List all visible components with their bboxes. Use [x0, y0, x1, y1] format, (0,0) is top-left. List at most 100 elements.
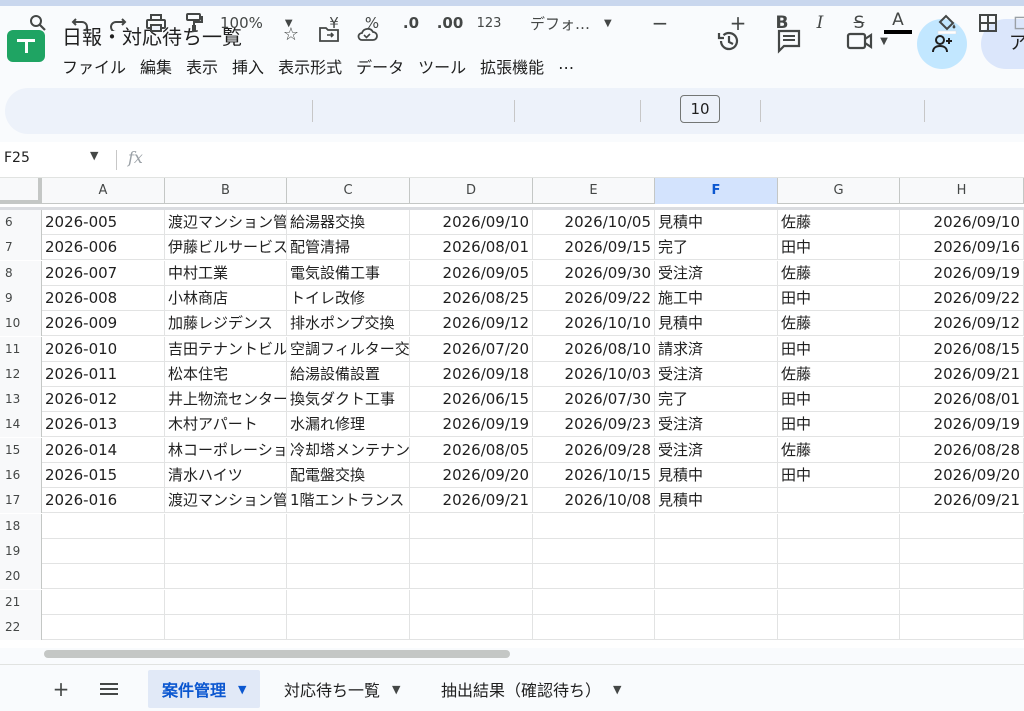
table-cell[interactable]: 田中 — [778, 412, 900, 438]
row-header[interactable]: 11 — [0, 336, 42, 362]
table-cell[interactable]: 2026-012 — [42, 387, 165, 413]
table-cell[interactable] — [165, 614, 287, 640]
table-cell[interactable]: 2026/09/21 — [900, 488, 1024, 514]
table-cell[interactable]: 2026/09/20 — [900, 463, 1024, 488]
menu-extensions[interactable]: 拡張機能 — [480, 54, 550, 77]
table-cell[interactable]: 受注済 — [655, 412, 778, 438]
table-cell[interactable]: 田中 — [778, 463, 900, 488]
table-cell[interactable]: 2026/09/28 — [533, 437, 655, 463]
table-cell[interactable]: 2026-014 — [42, 437, 165, 463]
table-cell[interactable]: 2026/10/15 — [533, 463, 655, 488]
table-cell[interactable]: 佐藤 — [778, 437, 900, 463]
table-cell[interactable]: 渡辺マンション管 — [165, 488, 287, 514]
row-header[interactable]: 9 — [0, 285, 42, 311]
table-cell[interactable]: 2026-010 — [42, 336, 165, 362]
table-cell[interactable] — [410, 513, 533, 539]
table-cell[interactable]: 2026/09/10 — [900, 210, 1024, 235]
sheet-tab-pending-list[interactable]: 対応待ち一覧 ▼ — [270, 670, 414, 708]
table-cell[interactable]: 完了 — [655, 235, 778, 261]
table-cell[interactable]: 渡辺マンション管 — [165, 210, 287, 235]
table-cell[interactable] — [42, 513, 165, 539]
table-cell[interactable]: 見積中 — [655, 488, 778, 514]
table-cell[interactable] — [900, 564, 1024, 590]
table-cell[interactable] — [655, 564, 778, 590]
table-cell[interactable]: 冷却塔メンテナン — [287, 437, 410, 463]
table-cell[interactable]: 2026/09/23 — [533, 412, 655, 438]
table-cell[interactable]: 2026/09/18 — [410, 361, 533, 387]
row-header[interactable]: 15 — [0, 437, 42, 463]
table-cell[interactable] — [778, 614, 900, 640]
table-cell[interactable]: 2026/10/08 — [533, 488, 655, 514]
table-cell[interactable]: 2026-006 — [42, 235, 165, 261]
borders-icon[interactable] — [976, 7, 1000, 39]
table-cell[interactable]: 完了 — [655, 387, 778, 413]
sheet-tab-caret-icon[interactable]: ▼ — [392, 683, 400, 696]
table-cell[interactable]: 田中 — [778, 235, 900, 261]
table-cell[interactable]: 2026/09/20 — [410, 463, 533, 488]
table-cell[interactable]: 2026/09/21 — [410, 488, 533, 514]
table-cell[interactable]: 2026-013 — [42, 412, 165, 438]
redo-icon[interactable] — [106, 7, 130, 39]
table-cell[interactable]: 田中 — [778, 285, 900, 311]
row-header[interactable]: 17 — [0, 488, 42, 514]
table-cell[interactable]: 2026/06/15 — [410, 387, 533, 413]
table-cell[interactable] — [533, 538, 655, 564]
row-header[interactable]: 22 — [0, 614, 42, 640]
menu-view[interactable]: 表示 — [186, 54, 224, 77]
row-header[interactable]: 12 — [0, 361, 42, 387]
table-cell[interactable]: 井上物流センター — [165, 387, 287, 413]
table-cell[interactable] — [165, 564, 287, 590]
table-cell[interactable]: 2026-008 — [42, 285, 165, 311]
table-cell[interactable]: 2026/08/10 — [533, 336, 655, 362]
table-cell[interactable]: 2026/08/15 — [900, 336, 1024, 362]
table-cell[interactable]: 2026-015 — [42, 463, 165, 488]
table-cell[interactable] — [287, 589, 410, 615]
table-cell[interactable] — [42, 614, 165, 640]
sheet-tab-extract-results[interactable]: 抽出結果（確認待ち） ▼ — [427, 670, 635, 708]
table-cell[interactable] — [900, 513, 1024, 539]
table-cell[interactable] — [410, 538, 533, 564]
sheet-tab-caret-icon[interactable]: ▼ — [613, 683, 621, 696]
table-cell[interactable]: 2026/09/12 — [900, 311, 1024, 337]
table-cell[interactable] — [778, 589, 900, 615]
table-cell[interactable]: 見積中 — [655, 311, 778, 337]
row-header[interactable]: 6 — [0, 210, 42, 235]
print-icon[interactable] — [144, 7, 168, 39]
merge-cells-icon[interactable] — [1014, 7, 1024, 39]
row-header[interactable]: 13 — [0, 387, 42, 413]
table-cell[interactable] — [533, 589, 655, 615]
table-cell[interactable]: 中村工業 — [165, 260, 287, 286]
table-cell[interactable]: 2026/10/10 — [533, 311, 655, 337]
table-cell[interactable]: 松本住宅 — [165, 361, 287, 387]
table-cell[interactable]: 木村アパート — [165, 412, 287, 438]
strikethrough-button[interactable]: S — [848, 7, 870, 39]
table-cell[interactable] — [900, 614, 1024, 640]
table-cell[interactable]: 佐藤 — [778, 361, 900, 387]
menu-tools[interactable]: ツール — [418, 54, 472, 77]
table-cell[interactable] — [42, 538, 165, 564]
table-cell[interactable] — [778, 488, 900, 514]
table-cell[interactable] — [287, 538, 410, 564]
table-cell[interactable]: 2026-007 — [42, 260, 165, 286]
font-family-select[interactable]: デフォ… ▼ — [530, 7, 630, 39]
table-cell[interactable] — [655, 513, 778, 539]
table-cell[interactable] — [42, 564, 165, 590]
table-cell[interactable]: 1階エントランス — [287, 488, 410, 514]
table-cell[interactable]: 2026/07/20 — [410, 336, 533, 362]
table-cell[interactable]: 受注済 — [655, 260, 778, 286]
table-cell[interactable]: 2026-011 — [42, 361, 165, 387]
add-sheet-icon[interactable]: + — [47, 675, 75, 703]
row-header[interactable]: 18 — [0, 513, 42, 539]
column-header-e[interactable]: E — [533, 178, 655, 204]
menu-format[interactable]: 表示形式 — [278, 54, 348, 77]
table-cell[interactable]: 小林商店 — [165, 285, 287, 311]
table-cell[interactable]: 2026/08/25 — [410, 285, 533, 311]
menu-insert[interactable]: 挿入 — [232, 54, 270, 77]
table-cell[interactable]: 配管清掃 — [287, 235, 410, 261]
table-cell[interactable] — [287, 513, 410, 539]
sheet-grid[interactable]: A B C D E F G H 6 2026-005 渡辺マンション管 給湯器交換 20… — [0, 178, 1024, 648]
sheet-tab-case-management[interactable]: 案件管理 ▼ — [148, 670, 261, 708]
select-all-corner[interactable] — [0, 178, 42, 204]
menu-file[interactable]: ファイル — [62, 54, 132, 77]
table-cell[interactable]: 2026/08/05 — [410, 437, 533, 463]
